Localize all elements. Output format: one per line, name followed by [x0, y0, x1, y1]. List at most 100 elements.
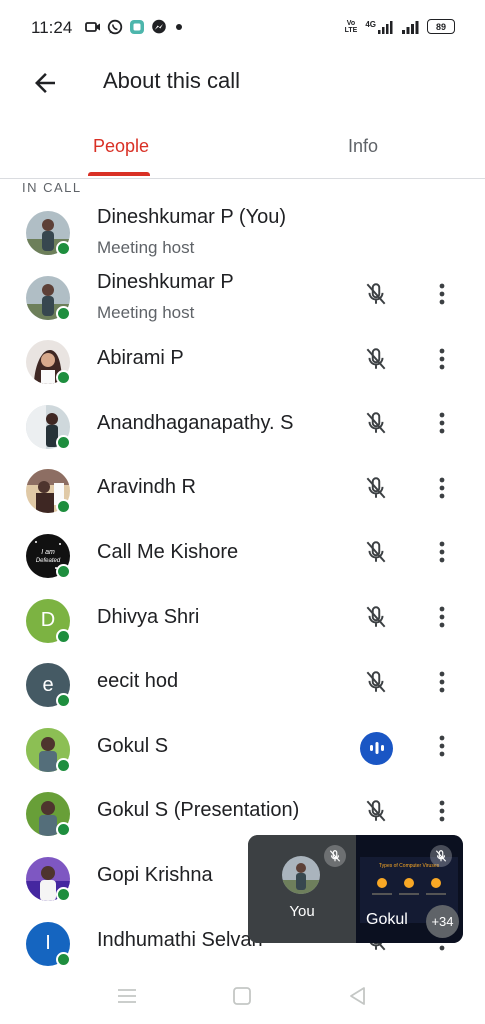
more-options-button[interactable]: [429, 732, 455, 766]
video-camera-icon: [85, 22, 100, 32]
participant-row[interactable]: Dineshkumar P (You) Meeting host: [0, 198, 485, 263]
call-preview-window[interactable]: You Types of Computer Viruses Gokul +34: [248, 835, 463, 943]
dot-icon: [176, 24, 182, 30]
mic-off-button[interactable]: [359, 409, 393, 443]
self-tile-label: You: [289, 903, 315, 920]
mic-off-icon: [363, 475, 389, 506]
mic-off-button[interactable]: [359, 280, 393, 314]
participant-name: Gokul S (Presentation): [97, 799, 300, 822]
svg-text:I am: I am: [41, 549, 55, 556]
more-options-button[interactable]: [429, 473, 455, 507]
participant-name: Dineshkumar P (You): [97, 206, 286, 228]
more-vert-icon: [439, 671, 445, 698]
home-icon[interactable]: [230, 984, 254, 1008]
mic-off-button[interactable]: [359, 473, 393, 507]
status-bar: 11:24 Vo LTE 4G 89: [0, 0, 485, 58]
participant-row[interactable]: e eecit hod: [0, 650, 485, 715]
back-icon[interactable]: [346, 984, 370, 1008]
participant-name: Gopi Krishna: [97, 863, 213, 886]
mic-off-button[interactable]: [359, 667, 393, 701]
participant-avatar: I: [26, 921, 71, 966]
more-options-button[interactable]: [429, 344, 455, 378]
online-status-dot: [56, 951, 71, 966]
participant-row[interactable]: Dineshkumar P Meeting host: [0, 263, 485, 328]
tab-people[interactable]: People: [0, 120, 242, 178]
more-vert-icon: [439, 541, 445, 568]
speaking-indicator-icon: [360, 731, 393, 765]
participant-name: eecit hod: [97, 670, 179, 693]
mic-off-button[interactable]: [359, 796, 393, 830]
4g-signal-icon: 4G: [365, 20, 393, 34]
mic-off-button[interactable]: [359, 344, 393, 378]
participant-avatar: [26, 469, 71, 515]
battery-icon: 89: [427, 19, 455, 34]
more-options-button[interactable]: [429, 280, 455, 314]
back-button[interactable]: [30, 68, 66, 98]
self-tile: You: [248, 835, 356, 943]
participant-name: Anandhaganapathy. S: [97, 411, 294, 434]
presenter-tile: Types of Computer Viruses Gokul +34: [356, 835, 463, 943]
mic-off-icon: [363, 539, 389, 570]
avatar-initial: e: [42, 673, 54, 696]
mic-off-button[interactable]: [359, 538, 393, 572]
online-status-dot: [56, 563, 71, 579]
app-bar: About this call: [0, 58, 485, 108]
online-status-dot: [56, 305, 71, 321]
participant-name: Call Me Kishore: [97, 540, 239, 563]
volte-icon: Vo LTE: [345, 20, 358, 34]
online-status-dot: [56, 693, 71, 709]
online-status-dot: [56, 822, 71, 838]
more-options-button[interactable]: [429, 603, 455, 637]
messenger-icon: [152, 19, 166, 34]
participant-role: Meeting host: [97, 238, 195, 257]
participant-row[interactable]: Gokul S: [0, 715, 485, 780]
mic-off-icon: [363, 604, 389, 635]
whatsapp-icon: [107, 19, 123, 35]
self-avatar: [282, 856, 320, 894]
online-status-dot: [56, 370, 71, 386]
participant-row[interactable]: Aravindh R: [0, 456, 485, 521]
more-options-button[interactable]: [429, 538, 455, 572]
more-options-button[interactable]: [429, 796, 455, 830]
participant-avatar: [26, 275, 71, 321]
recents-icon[interactable]: [115, 984, 139, 1008]
more-participants-badge: +34: [426, 905, 459, 938]
online-status-dot: [56, 757, 71, 773]
4g-bars-icon: [378, 20, 393, 34]
more-options-button[interactable]: [429, 409, 455, 443]
participant-avatar: I am Defeated: [26, 533, 71, 579]
more-vert-icon: [439, 800, 445, 827]
more-options-button[interactable]: [429, 667, 455, 701]
volte-top-text: Vo: [346, 19, 356, 27]
participant-avatar: [26, 727, 71, 773]
tab-info[interactable]: Info: [242, 120, 484, 178]
self-mic-off-icon: [324, 845, 346, 867]
more-vert-icon: [439, 283, 445, 310]
online-status-dot: [56, 628, 71, 644]
more-vert-icon: [439, 412, 445, 439]
participant-avatar: [26, 404, 71, 450]
online-status-dot: [56, 434, 71, 450]
mic-off-icon: [363, 410, 389, 441]
participant-row[interactable]: Abirami P: [0, 327, 485, 392]
status-time: 11:24: [31, 18, 73, 37]
participant-row[interactable]: I am Defeated Call Me Kishore: [0, 521, 485, 586]
participant-row[interactable]: Anandhaganapathy. S: [0, 392, 485, 457]
online-status-dot: [56, 241, 71, 256]
system-icons: Vo LTE 4G 89: [345, 19, 455, 34]
tab-bar: People Info: [0, 120, 485, 179]
online-status-dot: [56, 499, 71, 515]
more-vert-icon: [439, 606, 445, 633]
participant-name: Dineshkumar P: [97, 270, 234, 293]
mic-off-icon: [363, 669, 389, 700]
avatar-initial: D: [40, 609, 56, 632]
participant-avatar: [26, 211, 71, 256]
participant-row[interactable]: D Dhivya Shri: [0, 586, 485, 651]
svg-text:Defeated: Defeated: [36, 558, 61, 564]
mic-off-button[interactable]: [359, 603, 393, 637]
system-nav-bar: [0, 966, 485, 1024]
mic-off-icon: [363, 281, 389, 312]
network-type-text: 4G: [365, 19, 376, 29]
tab-selected-indicator: [88, 172, 150, 176]
presenter-mic-off-icon: [430, 845, 452, 867]
